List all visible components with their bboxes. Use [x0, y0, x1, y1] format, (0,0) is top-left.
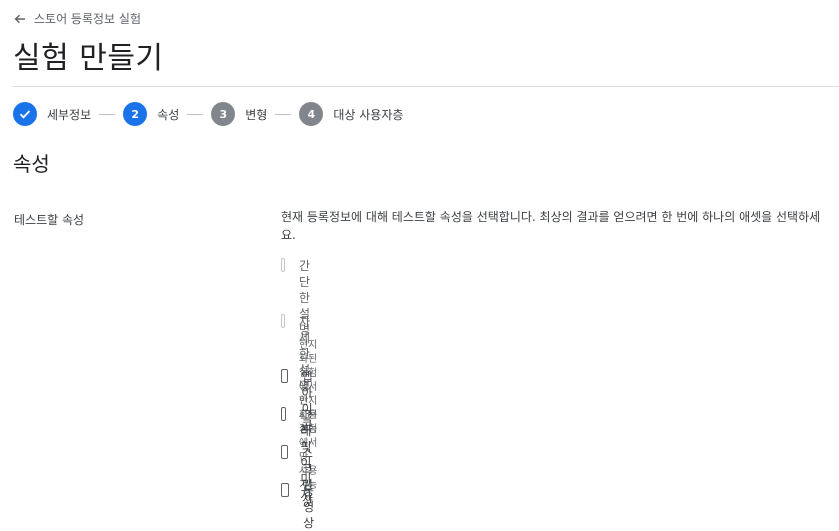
attribute-description: 현재 등록정보에 대해 테스트할 속성을 선택합니다. 최상의 결과를 얻으려면…	[281, 210, 821, 242]
check-icon	[13, 102, 37, 126]
header-divider	[13, 86, 839, 87]
attribute-row-label: 테스트할 속성	[14, 213, 85, 227]
checkbox[interactable]	[281, 483, 290, 497]
step-number: 2	[123, 102, 148, 126]
step-number: 4	[299, 102, 324, 126]
step-label: 세부정보	[47, 107, 92, 122]
back-link-label[interactable]: 스토어 등록정보 실험	[34, 10, 141, 27]
step-connector	[187, 113, 204, 115]
back-link[interactable]: 스토어 등록정보 실험	[14, 10, 141, 27]
step-connector	[99, 113, 116, 115]
option-label: 동영상	[303, 484, 315, 530]
checkbox[interactable]	[281, 314, 285, 328]
step-label: 변형	[245, 107, 268, 122]
stepper: 세부정보 2 속성 3 변형 4 대상 사용자층	[13, 102, 403, 126]
section-title: 속성	[13, 152, 50, 176]
step-audience[interactable]: 4 대상 사용자층	[299, 102, 403, 126]
checkbox[interactable]	[281, 258, 285, 272]
step-label: 속성	[157, 107, 180, 122]
step-number: 3	[211, 102, 236, 126]
step-label: 대상 사용자층	[333, 107, 404, 122]
checkbox[interactable]	[281, 407, 287, 421]
page-title: 실험 만들기	[13, 41, 164, 76]
checkbox[interactable]	[281, 445, 288, 459]
step-attributes[interactable]: 2 속성	[123, 102, 179, 126]
step-connector	[275, 113, 292, 115]
checkbox[interactable]	[281, 369, 288, 383]
option-video[interactable]: 동영상	[281, 483, 320, 531]
step-variants[interactable]: 3 변형	[211, 102, 267, 126]
step-details[interactable]: 세부정보	[13, 102, 91, 126]
arrow-left-icon[interactable]	[14, 14, 26, 24]
